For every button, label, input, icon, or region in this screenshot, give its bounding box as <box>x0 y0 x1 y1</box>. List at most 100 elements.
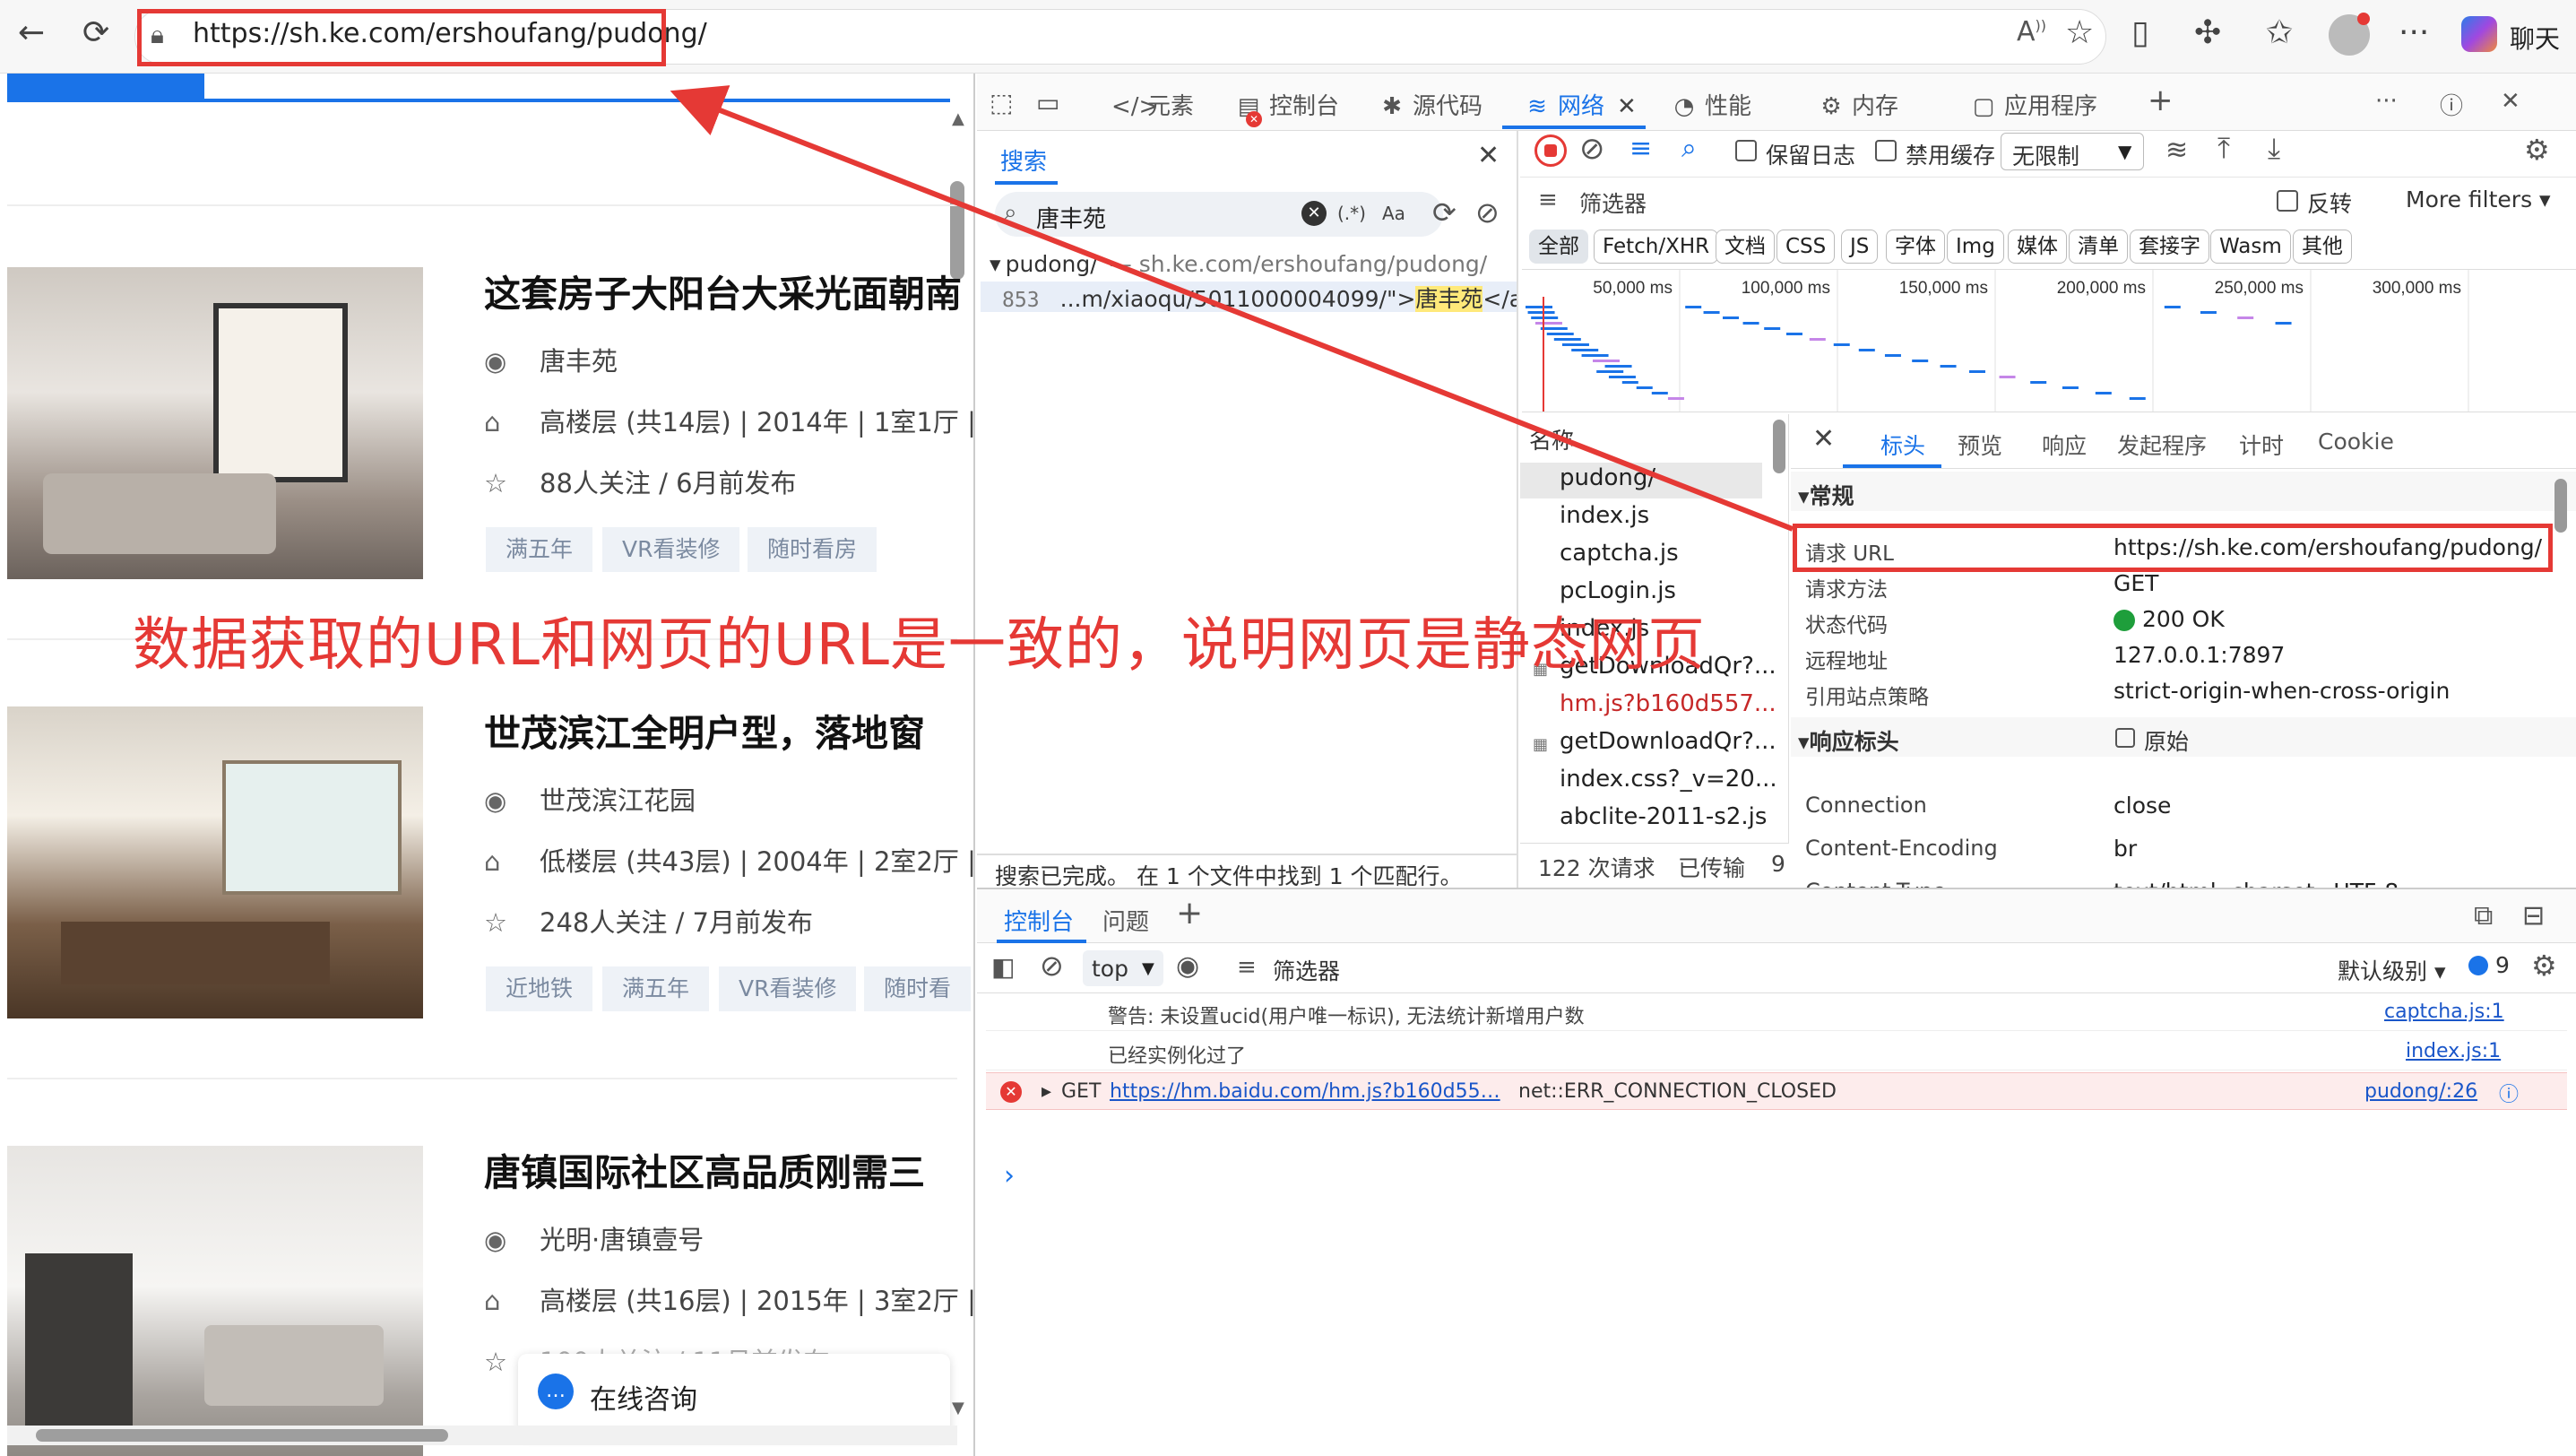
ai-explain-icon[interactable]: ⓘ <box>2499 1079 2519 1107</box>
close-devtools-icon[interactable]: ✕ <box>2501 88 2520 115</box>
help-icon[interactable]: ⓘ <box>2440 88 2463 121</box>
console-source-link[interactable]: captcha.js:1 <box>2384 1001 2504 1023</box>
detail-tab[interactable]: 计时 <box>2239 429 2284 461</box>
log-level-select[interactable]: 默认级别 ▾ <box>2338 954 2446 986</box>
detail-tab[interactable]: 预览 <box>1958 429 2002 461</box>
request-list-scrollbar[interactable] <box>1773 420 1785 473</box>
drawer-tab-console[interactable]: 控制台 <box>1004 904 1074 937</box>
console-source-link[interactable]: index.js:1 <box>2406 1040 2501 1062</box>
search-query[interactable]: 唐丰苑 <box>1036 201 1106 234</box>
response-header-value[interactable]: br <box>2114 836 2137 862</box>
invert-checkbox[interactable] <box>2277 190 2298 212</box>
listing-photo-2[interactable] <box>7 706 423 1018</box>
filter-button[interactable]: Img <box>1947 230 2004 264</box>
drawer-tab-issues[interactable]: 问题 <box>1102 904 1149 937</box>
page-hscroll-track[interactable] <box>7 1426 957 1445</box>
issues-icon[interactable] <box>2468 956 2488 975</box>
tab-elements[interactable]: </>元素 <box>1111 88 1194 121</box>
device-toolbar-icon[interactable]: ▭ <box>1036 88 1059 117</box>
general-header-value[interactable]: GET <box>2114 570 2158 596</box>
detail-tab[interactable]: 响应 <box>2042 429 2087 461</box>
settings-gear-icon[interactable]: ⚙ <box>2524 133 2550 167</box>
console-source-link[interactable]: pudong/:26 <box>2364 1080 2477 1103</box>
response-section-header[interactable]: ▾响应标头 原始 <box>1791 717 2576 757</box>
listing-photo-3[interactable] <box>7 1146 423 1456</box>
live-expression-eye-icon[interactable]: ◉ <box>1176 950 1199 982</box>
request-row[interactable]: hm.js?b160d557... <box>1560 690 1776 717</box>
tab-network[interactable]: ≋ 网络 ✕ <box>1522 88 1637 121</box>
refresh-search-icon[interactable]: ⟳ <box>1432 195 1457 230</box>
clear-console-icon[interactable]: ⊘ <box>1040 949 1064 983</box>
listing-community-1[interactable]: ◉ 唐丰苑 <box>484 341 618 378</box>
tab-memory[interactable]: ⚙ 内存 <box>1816 88 1898 121</box>
filter-toggle-icon[interactable]: ≡ <box>1629 133 1652 164</box>
filter-button[interactable]: 套接字 <box>2130 230 2209 264</box>
tab-application[interactable]: ▢ 应用程序 <box>1968 88 2097 121</box>
expand-arrow-icon[interactable]: ▾ <box>990 251 1001 277</box>
filter-button[interactable]: CSS <box>1776 230 1836 264</box>
general-header-value[interactable]: 200 OK <box>2142 606 2225 632</box>
consult-widget[interactable]: … 在线咨询 <box>518 1354 950 1436</box>
request-row[interactable]: captcha.js <box>1560 540 1679 567</box>
search-network-icon[interactable]: ⌕ <box>1681 133 1697 164</box>
regex-toggle[interactable]: (.*) <box>1337 203 1366 224</box>
search-tab[interactable]: 搜索 <box>1000 143 1047 177</box>
page-hscroll-thumb[interactable] <box>36 1429 448 1442</box>
consult-label[interactable]: 在线咨询 <box>590 1377 697 1417</box>
general-header-value[interactable]: strict-origin-when-cross-origin <box>2114 678 2450 704</box>
raw-headers-checkbox[interactable] <box>2115 728 2135 748</box>
close-search-icon[interactable]: ✕ <box>1477 140 1500 171</box>
filter-button[interactable]: 清单 <box>2069 230 2128 264</box>
export-har-icon[interactable]: ⤓ <box>2268 131 2280 166</box>
response-header-value[interactable]: close <box>2114 793 2171 819</box>
favorite-star-icon[interactable]: ☆ <box>2065 14 2094 51</box>
more-tools-icon[interactable]: ··· <box>2375 88 2398 115</box>
copilot-icon[interactable] <box>2461 16 2497 52</box>
tab-sources[interactable]: ✱ 源代码 <box>1377 88 1482 121</box>
listing-community-2[interactable]: ◉ 世茂滨江花园 <box>484 780 696 818</box>
context-select[interactable]: top ▼ <box>1083 950 1163 986</box>
inspect-icon[interactable]: ⬚ <box>990 88 1013 117</box>
network-filter-input[interactable]: 筛选器 <box>1579 186 1647 219</box>
back-icon[interactable]: ← <box>18 14 45 51</box>
scroll-down-icon[interactable]: ▼ <box>952 1399 964 1417</box>
throttle-select[interactable]: 无限制 ▼ <box>2001 133 2144 170</box>
network-timeline[interactable]: 50,000 ms 100,000 ms 150,000 ms 200,000 ms 2… <box>1522 269 2576 412</box>
filter-button[interactable]: 其他 <box>2293 230 2352 264</box>
request-row[interactable]: index.css?_v=20... <box>1560 766 1777 793</box>
clear-results-icon[interactable]: ⊘ <box>1475 195 1500 230</box>
preserve-log-checkbox[interactable] <box>1735 140 1757 161</box>
reading-view-icon[interactable]: ▯ <box>2131 14 2149 51</box>
record-icon[interactable] <box>1534 134 1567 167</box>
listing-community-3[interactable]: ◉ 光明·唐镇壹号 <box>484 1219 704 1257</box>
sidebar-toggle-icon[interactable]: ◧ <box>991 952 1015 982</box>
filter-button[interactable]: 文档 <box>1716 230 1775 264</box>
filter-button[interactable]: 媒体 <box>2008 230 2067 264</box>
favorites-icon[interactable]: ✩ <box>2266 14 2293 51</box>
detail-scrollbar[interactable] <box>2554 479 2567 533</box>
close-icon[interactable]: ✕ <box>1617 93 1637 120</box>
extensions-icon[interactable]: ✣ <box>2194 14 2221 51</box>
detail-tab[interactable]: 标头 <box>1880 429 1925 461</box>
match-case-toggle[interactable]: Aa <box>1382 203 1405 224</box>
console-filter-input[interactable]: 筛选器 <box>1273 954 1340 986</box>
more-menu-icon[interactable]: ··· <box>2399 14 2429 51</box>
undock-drawer-icon[interactable]: ⧉ <box>2474 900 2493 932</box>
scroll-up-icon[interactable]: ▲ <box>952 109 964 128</box>
general-header-value[interactable]: 127.0.0.1:7897 <box>2114 642 2285 668</box>
add-tab-icon[interactable]: + <box>2148 82 2174 118</box>
error-url-link[interactable]: https://hm.baidu.com/hm.js?b160d55… <box>1110 1080 1500 1103</box>
console-settings-gear-icon[interactable]: ⚙ <box>2531 949 2557 983</box>
listing-title-2[interactable]: 世茂滨江全明户型，落地窗 <box>484 703 925 757</box>
request-row[interactable]: pudong/ <box>1560 464 1655 491</box>
request-row[interactable]: index.js <box>1560 502 1649 529</box>
close-drawer-icon[interactable]: ⊟ <box>2522 900 2545 932</box>
listing-title-3[interactable]: 唐镇国际社区高品质刚需三 <box>484 1142 925 1196</box>
filter-button[interactable]: Fetch/XHR <box>1594 230 1719 264</box>
import-har-icon[interactable]: ⤒ <box>2217 131 2230 166</box>
request-row[interactable]: getDownloadQr?... <box>1560 728 1776 755</box>
refresh-icon[interactable]: ⟳ <box>82 14 109 51</box>
add-drawer-tab-icon[interactable]: + <box>1176 895 1203 932</box>
close-detail-icon[interactable]: ✕ <box>1812 423 1835 455</box>
filter-button[interactable]: JS <box>1841 230 1879 264</box>
